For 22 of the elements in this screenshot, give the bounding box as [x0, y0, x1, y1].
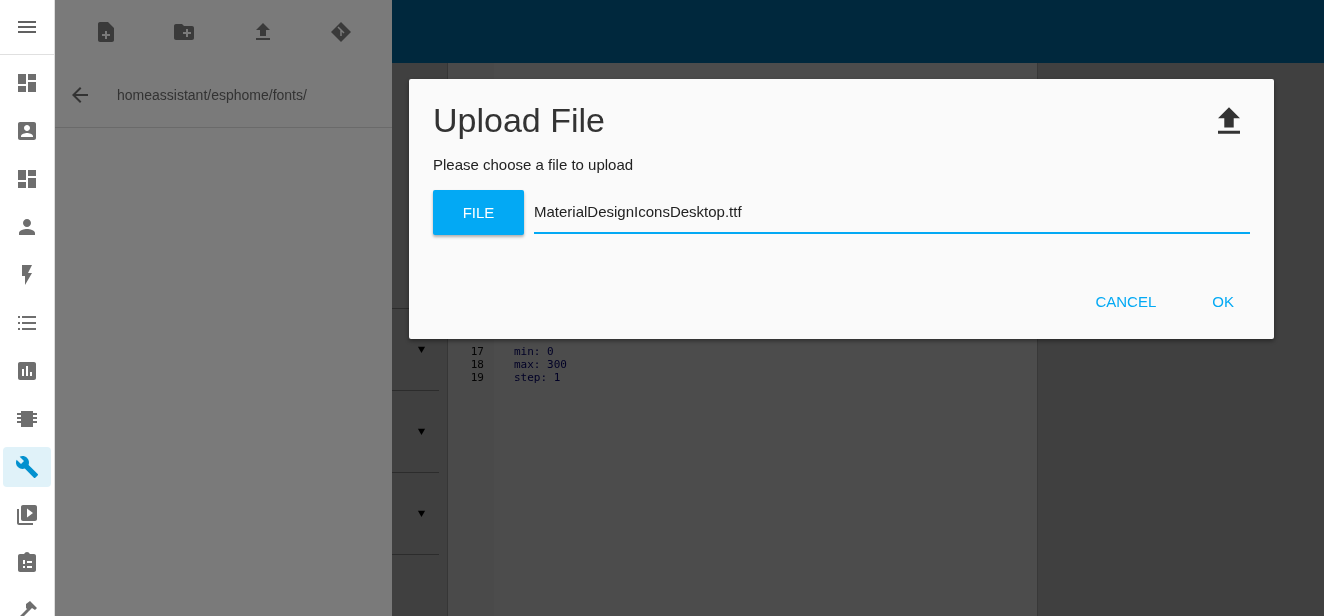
wrench-icon: [15, 455, 39, 479]
line-number: 19: [469, 371, 484, 384]
clipboard-icon: [15, 551, 39, 575]
code-line: step: 1: [514, 371, 561, 384]
code-line: max: 300: [514, 358, 567, 371]
dialog-message: Please choose a file to upload: [433, 156, 635, 173]
play-stack-icon: [15, 503, 39, 527]
upload-icon: [1218, 107, 1240, 134]
sidebar-item[interactable]: [3, 447, 51, 487]
ok-button[interactable]: OK: [1204, 287, 1242, 316]
code-line: min: 0: [514, 345, 554, 358]
folder-path: homeassistant/esphome/fonts/: [117, 87, 307, 103]
dashboard-icon: [15, 71, 39, 95]
file-button[interactable]: FILE: [433, 190, 524, 235]
cancel-button[interactable]: CANCEL: [1087, 287, 1165, 316]
bar-chart-icon: [15, 359, 39, 383]
dialog-title: Upload File: [433, 101, 605, 140]
line-number: 17: [469, 345, 484, 358]
line-number: 18: [469, 358, 484, 371]
file-name-field[interactable]: MaterialDesignIconsDesktop.ttf: [534, 190, 1250, 234]
account-box-icon: [15, 119, 39, 143]
dashboard-icon: [15, 167, 39, 191]
